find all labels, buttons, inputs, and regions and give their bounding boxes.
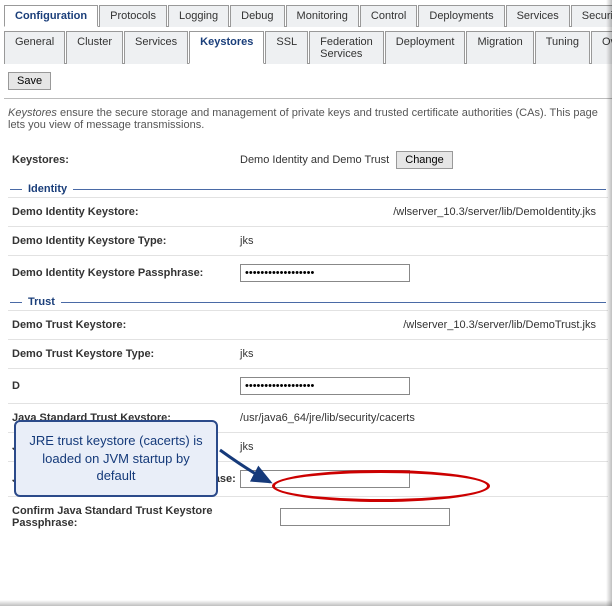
confirm-java-std-trust-keystore-passphrase-input[interactable] xyxy=(280,508,450,526)
intro-rest: ensure the secure storage and management… xyxy=(8,107,598,131)
keystores-value-text: Demo Identity and Demo Trust xyxy=(240,154,389,166)
tab-deployments[interactable]: Deployments xyxy=(418,5,504,27)
section-trust-title: Trust xyxy=(28,296,55,308)
java-std-trust-keystore-value: /usr/java6_64/jre/lib/security/cacerts xyxy=(240,412,606,424)
tab-configuration[interactable]: Configuration xyxy=(4,5,98,27)
subtab-keystores[interactable]: Keystores xyxy=(189,31,264,64)
demo-trust-keystore-label: Demo Trust Keystore: xyxy=(10,319,240,331)
demo-identity-keystore-label: Demo Identity Keystore: xyxy=(10,206,240,218)
subtab-federation-services[interactable]: Federation Services xyxy=(309,31,384,64)
subtab-general[interactable]: General xyxy=(4,31,65,64)
demo-trust-keystore-type-value: jks xyxy=(240,348,606,360)
tab-services[interactable]: Services xyxy=(506,5,570,27)
keystores-value: Demo Identity and Demo Trust Change xyxy=(240,151,606,169)
confirm-java-std-trust-keystore-passphrase-label: Confirm Java Standard Trust Keystore Pas… xyxy=(10,505,280,529)
change-button[interactable]: Change xyxy=(396,151,453,169)
subtab-ssl[interactable]: SSL xyxy=(265,31,308,64)
demo-identity-keystore-value: /wlserver_10.3/server/lib/DemoIdentity.j… xyxy=(240,206,606,218)
section-identity: Identity xyxy=(8,177,608,197)
primary-tabs: Configuration Protocols Logging Debug Mo… xyxy=(4,4,612,27)
java-std-trust-keystore-type-value: jks xyxy=(240,441,606,453)
subtab-deployment[interactable]: Deployment xyxy=(385,31,466,64)
callout-box: JRE trust keystore (cacerts) is loaded o… xyxy=(14,420,218,497)
demo-trust-keystore-type-label: Demo Trust Keystore Type: xyxy=(10,348,240,360)
section-identity-title: Identity xyxy=(28,183,67,195)
secondary-tabs: General Cluster Services Keystores SSL F… xyxy=(4,30,612,64)
demo-identity-keystore-passphrase-input[interactable] xyxy=(240,264,410,282)
demo-identity-keystore-type-label: Demo Identity Keystore Type: xyxy=(10,235,240,247)
keystores-label: Keystores: xyxy=(10,154,240,166)
tab-logging[interactable]: Logging xyxy=(168,5,229,27)
subtab-tuning[interactable]: Tuning xyxy=(535,31,590,64)
tab-monitoring[interactable]: Monitoring xyxy=(286,5,359,27)
subtab-cluster[interactable]: Cluster xyxy=(66,31,123,64)
subtab-migration[interactable]: Migration xyxy=(466,31,533,64)
arrow-icon xyxy=(218,448,278,488)
tab-protocols[interactable]: Protocols xyxy=(99,5,167,27)
demo-trust-keystore-passphrase-input[interactable] xyxy=(240,377,410,395)
demo-trust-keystore-passphrase-label: D xyxy=(10,380,240,392)
save-button[interactable]: Save xyxy=(8,72,51,90)
subtab-services[interactable]: Services xyxy=(124,31,188,64)
tab-control[interactable]: Control xyxy=(360,5,417,27)
demo-identity-keystore-type-value: jks xyxy=(240,235,606,247)
demo-trust-keystore-value: /wlserver_10.3/server/lib/DemoTrust.jks xyxy=(240,319,606,331)
intro-keystores-word: Keystores xyxy=(8,107,57,119)
tab-debug[interactable]: Debug xyxy=(230,5,284,27)
demo-identity-keystore-passphrase-label: Demo Identity Keystore Passphrase: xyxy=(10,267,240,279)
intro-text: Keystores ensure the secure storage and … xyxy=(4,99,612,139)
section-trust: Trust xyxy=(8,290,608,310)
